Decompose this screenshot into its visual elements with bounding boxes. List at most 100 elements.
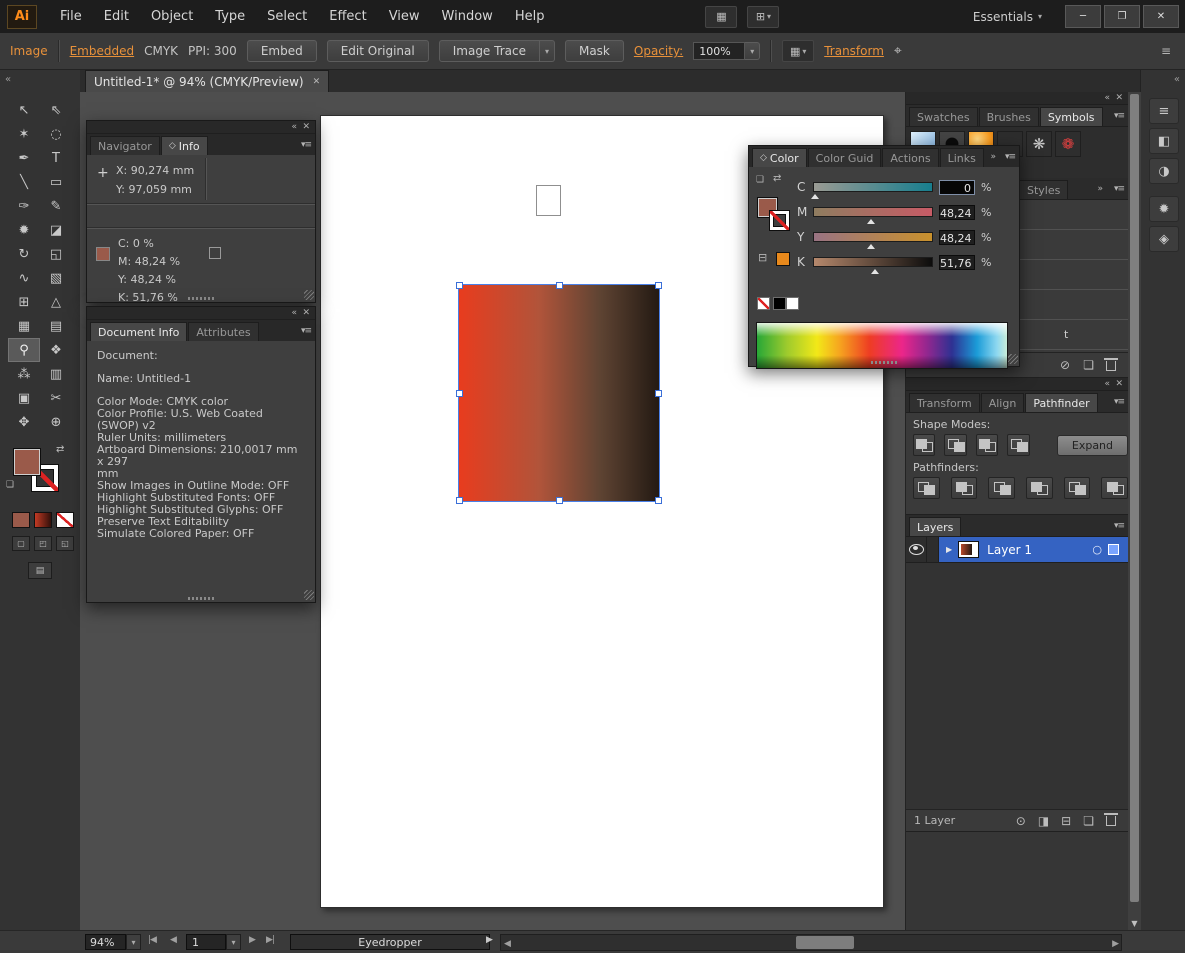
red-flower-symbol[interactable]: ❁	[1055, 131, 1081, 157]
draw-normal-button[interactable]: ▢	[12, 536, 30, 551]
zoom-level-field[interactable]: 94%	[85, 934, 126, 950]
swap-fill-stroke-icon[interactable]: ⇄	[56, 444, 64, 455]
black-swatch[interactable]	[773, 297, 786, 310]
draw-inside-button[interactable]: ◱	[56, 536, 74, 551]
panel-menu-icon[interactable]: ▾≡	[1005, 152, 1015, 162]
outline-button[interactable]	[1064, 477, 1091, 499]
previous-artboard-button[interactable]: ◀	[170, 935, 176, 945]
collapse-icon[interactable]: «	[291, 122, 297, 132]
none-swatch[interactable]	[757, 297, 770, 310]
tab-symbols[interactable]: Symbols	[1040, 107, 1103, 126]
panel-resize-grip[interactable]	[304, 290, 314, 300]
black-slider[interactable]	[813, 257, 933, 267]
visibility-cell[interactable]	[906, 537, 927, 562]
exclude-button[interactable]	[1007, 434, 1029, 456]
symbol-sprayer-tool[interactable]: ⁂	[8, 362, 40, 386]
minimize-button[interactable]: ─	[1065, 5, 1101, 28]
column-graph-tool[interactable]: ▥	[40, 362, 72, 386]
vertical-scrollbar-thumb[interactable]	[1130, 94, 1139, 902]
shape-builder-tool[interactable]: ⊞	[8, 290, 40, 314]
locate-object-icon[interactable]: ⊙	[1016, 814, 1026, 828]
break-link-icon[interactable]: ⊘	[1060, 358, 1070, 372]
tab-color-guide[interactable]: Color Guid	[808, 148, 882, 167]
illustrator-logo[interactable]: Ai	[7, 5, 37, 29]
rotate-tool[interactable]: ↻	[8, 242, 40, 266]
collapse-tools-icon[interactable]: «	[5, 74, 9, 85]
width-tool[interactable]: ∿	[8, 266, 40, 290]
menu-effect[interactable]: Effect	[318, 0, 377, 33]
none-button[interactable]	[56, 512, 74, 528]
expand-panel-icon[interactable]: »	[1097, 184, 1102, 194]
status-options-arrow[interactable]: ▶	[486, 935, 492, 945]
blob-brush-tool[interactable]: ✹	[8, 218, 40, 242]
transform-link[interactable]: Transform	[824, 44, 884, 58]
close-button[interactable]: ✕	[1143, 5, 1179, 28]
tab-navigator[interactable]: Navigator	[90, 136, 160, 155]
yellow-slider[interactable]	[813, 232, 933, 242]
lock-cell[interactable]	[927, 537, 939, 562]
scroll-left-arrow[interactable]: ◀	[504, 939, 510, 949]
next-artboard-button[interactable]: ▶	[249, 935, 255, 945]
intersect-button[interactable]	[976, 434, 998, 456]
tab-color[interactable]: ◇Color	[752, 148, 807, 167]
panel-resize-grip[interactable]	[304, 590, 314, 600]
make-clip-mask-icon[interactable]: ◨	[1038, 814, 1049, 828]
maximize-button[interactable]: ❐	[1104, 5, 1140, 28]
eraser-tool[interactable]: ◪	[40, 218, 72, 242]
gradient-rectangle-artwork[interactable]	[458, 284, 660, 502]
panel-menu-icon[interactable]: ▾≡	[1114, 184, 1124, 194]
mask-button[interactable]: Mask	[565, 40, 624, 62]
menu-type[interactable]: Type	[204, 0, 256, 33]
cyan-slider[interactable]	[813, 182, 933, 192]
magenta-value-field[interactable]: 48,24	[939, 205, 975, 220]
scale-tool[interactable]: ◱	[40, 242, 72, 266]
panel-menu-icon[interactable]: ▾≡	[1114, 111, 1124, 121]
tab-actions[interactable]: Actions	[882, 148, 938, 167]
panel-menu-icon[interactable]: ▾≡	[301, 326, 311, 336]
magenta-slider[interactable]	[813, 207, 933, 217]
lasso-tool[interactable]: ◌	[40, 122, 72, 146]
tab-transform[interactable]: Transform	[909, 393, 980, 412]
tab-layers[interactable]: Layers	[909, 517, 961, 536]
panel-menu-icon[interactable]: ▾≡	[301, 140, 311, 150]
arrange-documents-icon[interactable]: ▦	[705, 6, 737, 28]
layer-name[interactable]: Layer 1	[987, 543, 1032, 557]
unite-button[interactable]	[913, 434, 935, 456]
selection-handle[interactable]	[556, 282, 563, 289]
panel-menu-icon[interactable]: ▾≡	[1114, 521, 1124, 531]
horizontal-scrollbar-thumb[interactable]	[796, 936, 854, 949]
eyedropper-tool[interactable]: ⚲	[8, 338, 40, 362]
panel-resize-dots[interactable]	[188, 297, 214, 300]
opacity-dropdown[interactable]: ▾	[745, 42, 760, 60]
panel-resize-dots[interactable]	[871, 361, 897, 364]
last-artboard-button[interactable]: ▶|	[266, 935, 274, 945]
tab-info[interactable]: ◇Info	[161, 136, 208, 155]
tab-pathfinder[interactable]: Pathfinder	[1025, 393, 1097, 412]
scroll-down-arrow[interactable]: ▼	[1128, 919, 1141, 928]
new-sublayer-icon[interactable]: ⊟	[1061, 814, 1071, 828]
trim-button[interactable]	[951, 477, 978, 499]
tab-brushes[interactable]: Brushes	[979, 107, 1039, 126]
slider-marker[interactable]	[867, 215, 875, 224]
artboard-dropdown[interactable]: ▾	[226, 934, 241, 950]
default-colors-icon[interactable]: ❏	[756, 175, 764, 185]
blend-tool[interactable]: ❖	[40, 338, 72, 362]
panel-drag-bar[interactable]: « ✕	[87, 121, 315, 134]
stroke-color-swatch[interactable]	[769, 210, 790, 231]
tab-close-icon[interactable]: ✕	[313, 77, 321, 87]
collapse-icon[interactable]: «	[1104, 379, 1110, 389]
tab-links[interactable]: Links	[940, 148, 984, 167]
white-swatch[interactable]	[786, 297, 799, 310]
zoom-dropdown[interactable]: ▾	[126, 934, 141, 950]
collapse-icon[interactable]: «	[1104, 93, 1110, 103]
selection-handle[interactable]	[655, 282, 662, 289]
layer-target-icon[interactable]: ○	[1092, 543, 1102, 556]
tab-styles[interactable]: Styles	[1019, 180, 1068, 199]
menu-help[interactable]: Help	[504, 0, 556, 33]
slider-marker[interactable]	[871, 265, 879, 274]
panel-resize-dots[interactable]	[188, 597, 214, 600]
direct-selection-tool[interactable]: ⇖	[40, 98, 72, 122]
control-bar-menu-icon[interactable]: ≡	[1161, 44, 1171, 58]
layer-thumbnail[interactable]	[958, 541, 979, 558]
type-tool[interactable]: T	[40, 146, 72, 170]
